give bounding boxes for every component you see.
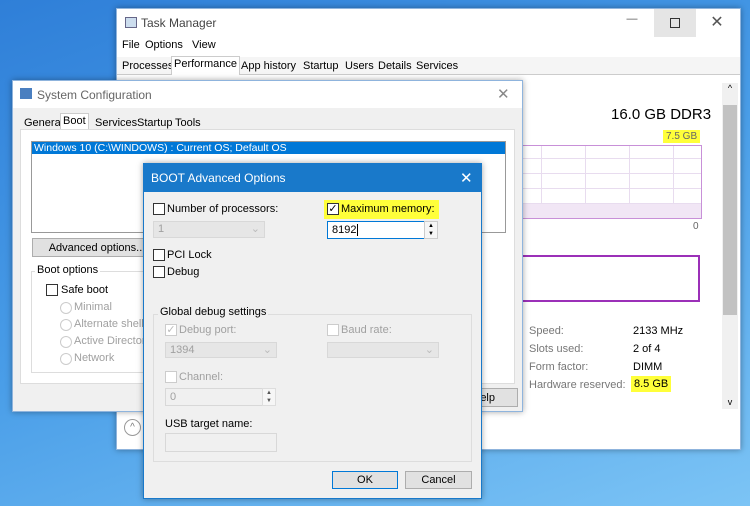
tab-performance[interactable]: Performance — [171, 56, 240, 75]
memory-type: 16.0 GB DDR3 — [611, 106, 712, 123]
debug-checkbox[interactable] — [153, 266, 165, 278]
safe-boot-checkbox[interactable] — [46, 284, 58, 296]
fewer-details-icon[interactable]: ^ — [124, 419, 141, 436]
radio-label: Alternate shell — [74, 318, 144, 330]
baud-rate-label: Baud rate: — [341, 324, 392, 336]
input-value: 8192 — [332, 224, 357, 236]
usb-target-label: USB target name: — [165, 418, 253, 430]
maximum-memory-input[interactable]: 8192 — [327, 221, 425, 239]
app-icon — [20, 88, 32, 99]
tab-startup[interactable]: Startup — [135, 116, 174, 130]
tab-processes[interactable]: Processes — [120, 59, 175, 73]
tab-users[interactable]: Users — [343, 59, 376, 73]
menu-view[interactable]: View — [192, 39, 216, 51]
minimize-button[interactable]: — — [617, 13, 647, 33]
channel-input[interactable]: 0 — [165, 388, 263, 406]
channel-checkbox[interactable] — [165, 371, 177, 383]
radio-active-directory[interactable] — [60, 336, 72, 348]
boot-advanced-options-dialog: BOOT Advanced Options ✕ Number of proces… — [143, 163, 482, 499]
graph-min-label: 0 — [693, 221, 699, 232]
radio-alternate-shell[interactable] — [60, 319, 72, 331]
maximum-memory-spinner[interactable]: ▲ ▼ — [424, 221, 438, 239]
memory-usage-graph — [497, 145, 702, 219]
maximize-button[interactable] — [654, 9, 696, 37]
baud-rate-select[interactable]: ⌄ — [327, 342, 439, 358]
tab-app-history[interactable]: App history — [239, 59, 298, 73]
stat-value: DIMM — [633, 361, 663, 373]
radio-minimal[interactable] — [60, 302, 72, 314]
tab-boot[interactable]: Boot — [60, 113, 89, 130]
pci-lock-label: PCI Lock — [167, 249, 212, 261]
tab-services[interactable]: Services — [414, 59, 460, 73]
window-title: System Configuration — [37, 88, 152, 102]
baud-rate-checkbox[interactable] — [327, 324, 339, 336]
pci-lock-checkbox[interactable] — [153, 249, 165, 261]
debug-label: Debug — [167, 266, 200, 278]
dialog-title: BOOT Advanced Options — [151, 171, 286, 185]
select-value: 1 — [158, 223, 165, 235]
stat-label: Form factor: — [529, 361, 589, 373]
menu-file[interactable]: File — [122, 39, 140, 51]
stat-value: 2 of 4 — [633, 343, 661, 355]
close-button[interactable]: ✕ — [702, 12, 732, 34]
debug-port-select[interactable]: 1394 ⌄ — [165, 342, 277, 358]
number-of-processors-checkbox[interactable] — [153, 203, 165, 215]
usb-target-input[interactable] — [165, 433, 277, 452]
menu-options[interactable]: Options — [145, 39, 183, 51]
ok-button[interactable]: OK — [332, 471, 398, 489]
scrollbar-thumb[interactable] — [723, 105, 737, 315]
cancel-button[interactable]: Cancel — [405, 471, 472, 489]
stat-value: 8.5 GB — [631, 376, 672, 392]
window-title: Task Manager — [141, 16, 217, 30]
number-of-processors-select[interactable]: 1 ⌄ — [153, 221, 265, 238]
channel-label: Channel: — [179, 371, 224, 383]
boot-options-label: Boot options — [35, 264, 101, 276]
debug-port-checkbox[interactable]: ✓ — [165, 324, 177, 336]
tab-startup[interactable]: Startup — [301, 59, 340, 73]
global-debug-label: Global debug settings — [158, 306, 269, 318]
tab-general[interactable]: General — [22, 116, 65, 130]
maximum-memory-label: Maximum memory: — [341, 203, 435, 215]
stat-value: 2133 MHz — [633, 325, 684, 337]
radio-label: Network — [74, 352, 115, 364]
chevron-down-icon: ⌄ — [262, 344, 272, 356]
stat-label: Speed: — [529, 325, 564, 337]
radio-network[interactable] — [60, 353, 72, 365]
select-value: 1394 — [170, 344, 195, 356]
debug-port-label: Debug port: — [179, 324, 237, 336]
tab-bar: Processes Performance App history Startu… — [117, 56, 740, 75]
app-icon — [125, 17, 137, 28]
chevron-down-icon: ⌄ — [424, 344, 434, 356]
stat-label: Hardware reserved: — [529, 379, 626, 391]
number-of-processors-label: Number of processors: — [167, 203, 279, 215]
safe-boot-label: Safe boot — [61, 284, 109, 296]
tab-details[interactable]: Details — [376, 59, 414, 73]
close-button[interactable]: ✕ — [460, 169, 473, 187]
stat-label: Slots used: — [529, 343, 584, 355]
scroll-up-icon[interactable]: ^ — [722, 83, 738, 93]
scroll-down-icon[interactable]: v — [722, 397, 738, 407]
tab-services[interactable]: Services — [93, 116, 139, 130]
channel-spinner[interactable]: ▲ ▼ — [262, 388, 276, 406]
maximum-memory-checkbox[interactable]: ✓ — [327, 203, 339, 215]
chevron-down-icon: ⌄ — [250, 223, 260, 235]
graph-max-label: 7.5 GB — [663, 130, 701, 143]
tab-tools[interactable]: Tools — [173, 116, 203, 130]
radio-label: Active Directory — [74, 335, 152, 347]
radio-label: Minimal — [74, 301, 112, 313]
boot-entry[interactable]: Windows 10 (C:\WINDOWS) : Current OS; De… — [32, 142, 505, 154]
input-value: 0 — [170, 391, 177, 403]
scrollbar[interactable]: ^ v — [722, 83, 738, 409]
close-button[interactable]: ✕ — [497, 85, 510, 103]
